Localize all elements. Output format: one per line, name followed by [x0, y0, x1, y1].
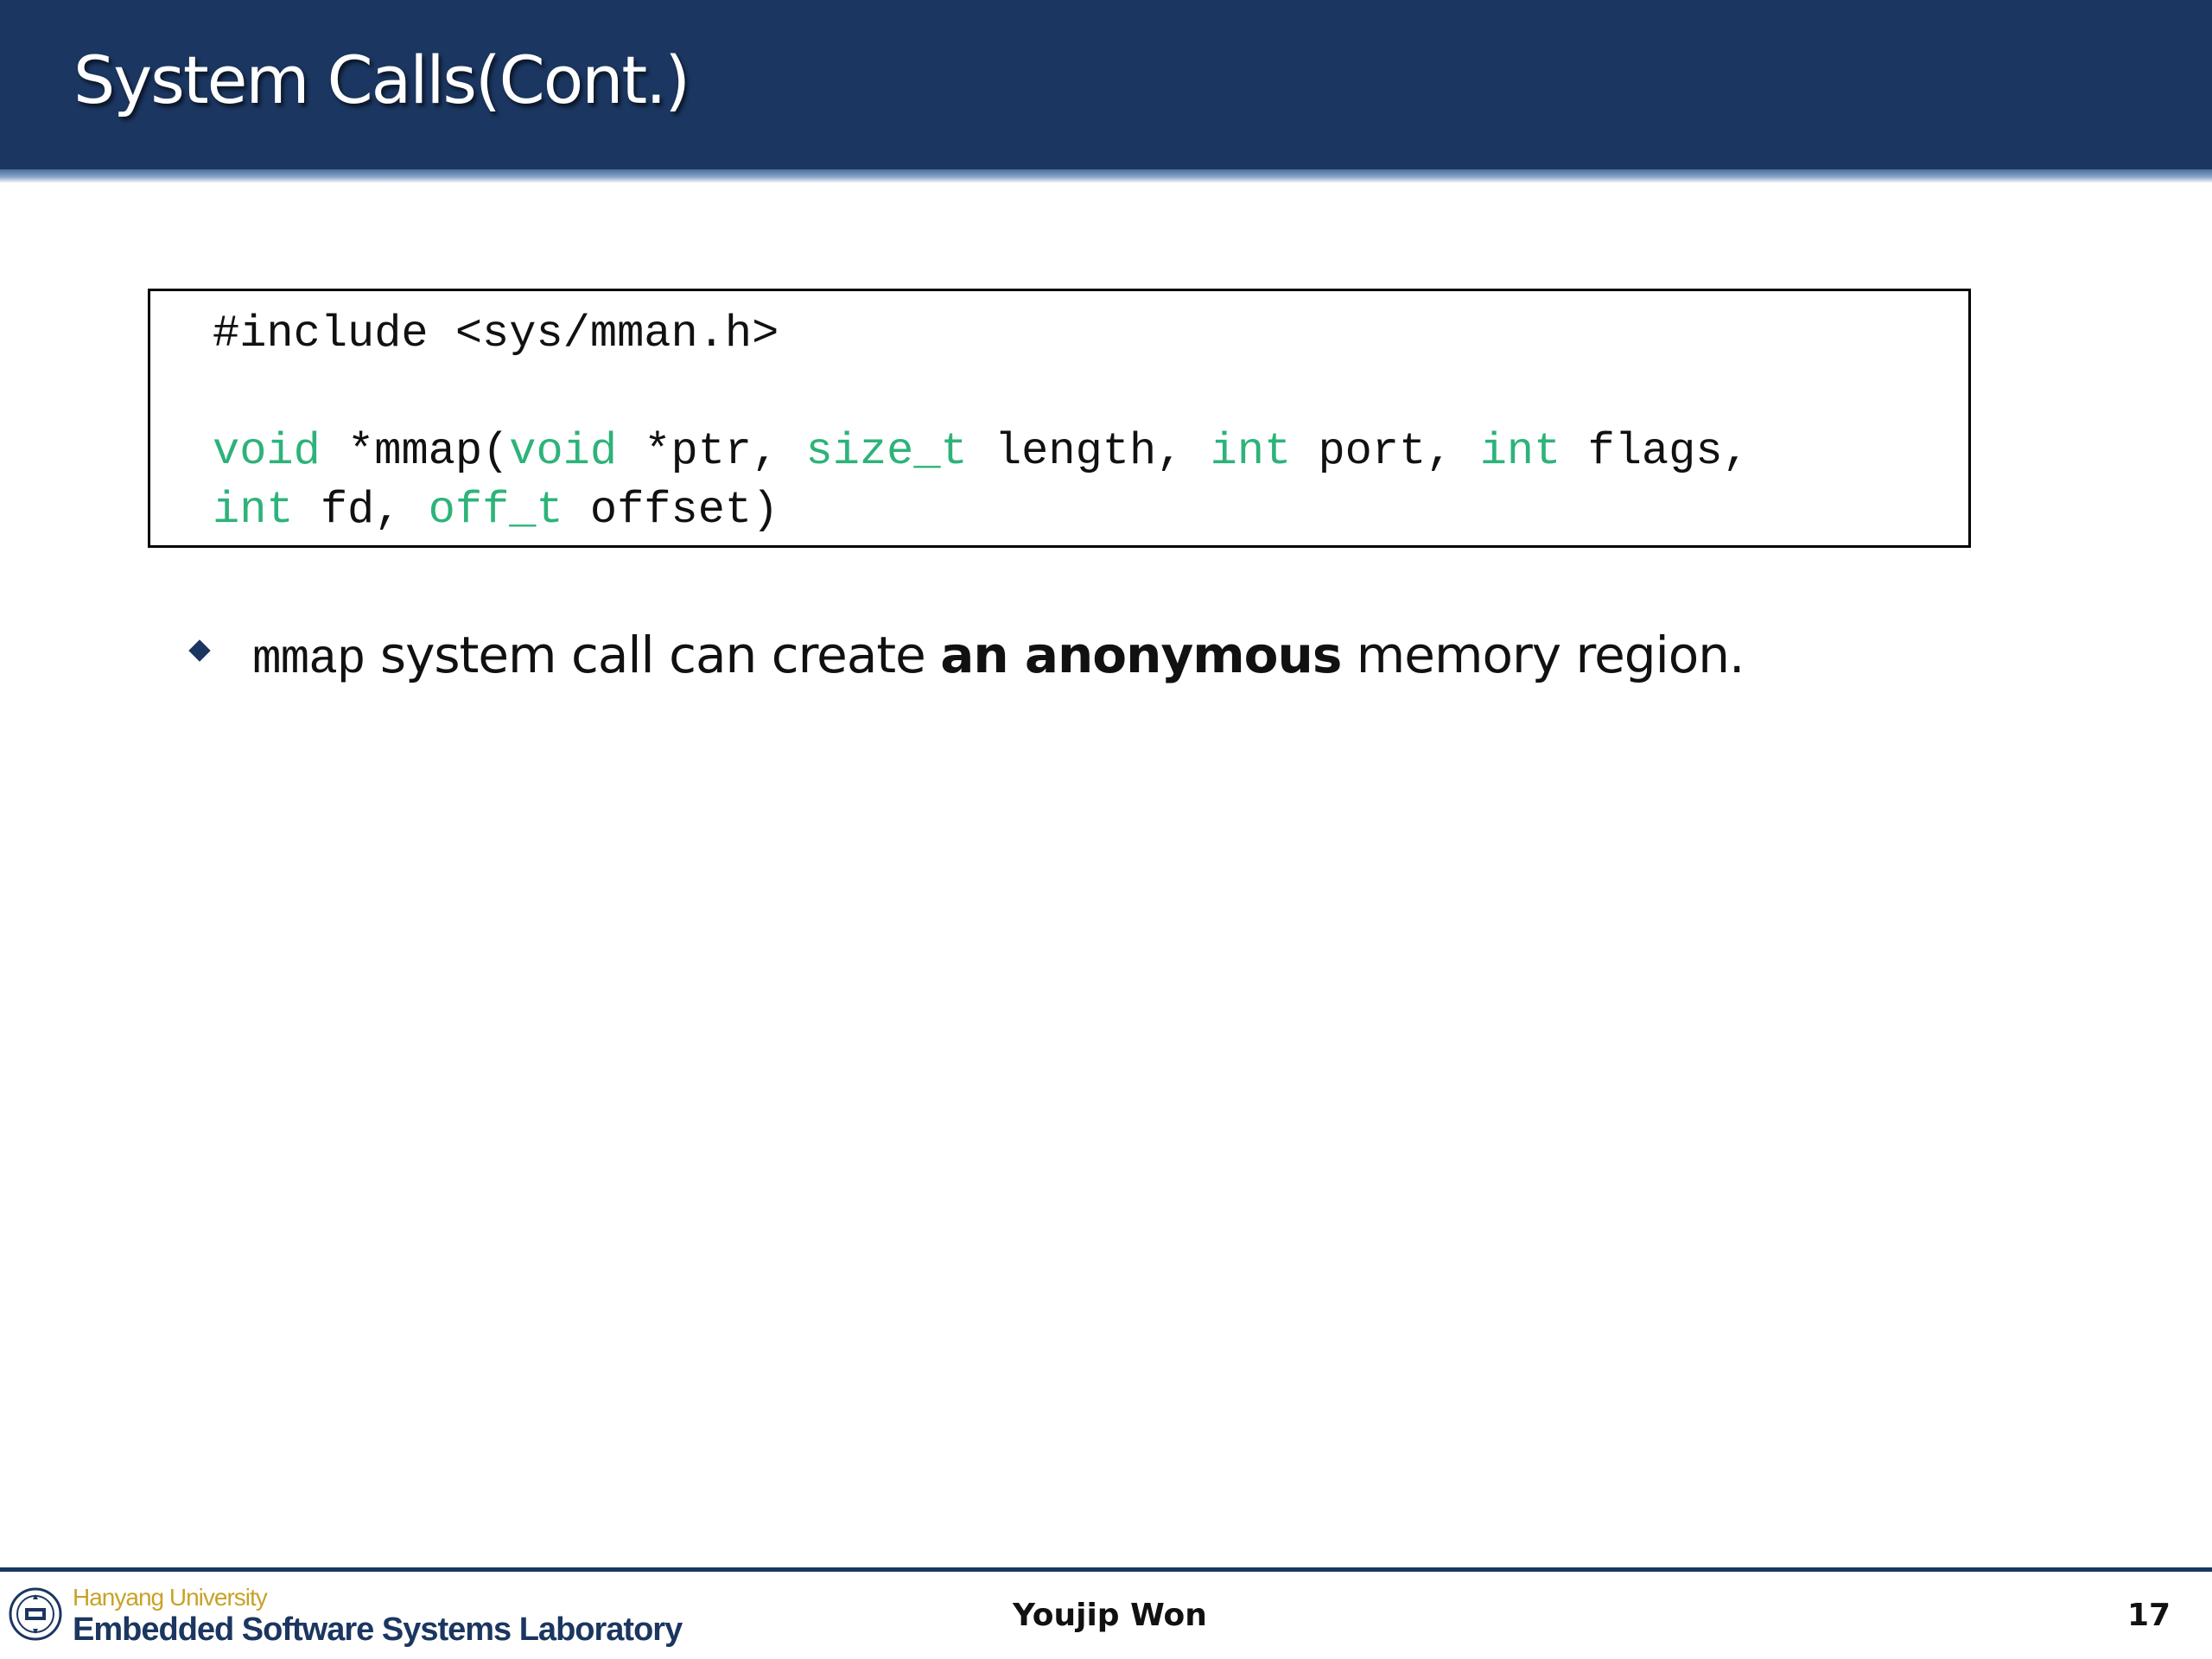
code-token: port, [1291, 426, 1480, 477]
diamond-bullet-icon [188, 639, 211, 662]
code-token: void [213, 426, 321, 477]
slide-title: System Calls(Cont.) [73, 41, 690, 118]
bullet-text: mmap system call can create an anonymous… [252, 620, 1745, 694]
page-number: 17 [2127, 1598, 2171, 1633]
code-line-signature-cont: int fd, off_t offset) [213, 485, 779, 537]
bullet-text-part: memory region. [1341, 626, 1745, 684]
code-token: flags, [1560, 426, 1750, 477]
code-token: *mmap( [320, 426, 510, 477]
code-token: size_t [805, 426, 968, 477]
code-line-signature: void *mmap(void *ptr, size_t length, int… [213, 426, 1750, 478]
title-bar: System Calls(Cont.) [0, 0, 2212, 169]
code-token: offset) [563, 485, 779, 536]
lab-name: Embedded Software Systems Laboratory [73, 1611, 683, 1648]
code-token: length, [967, 426, 1211, 477]
code-token: int [213, 485, 294, 536]
university-seal-icon [9, 1587, 62, 1641]
title-bar-shadow [0, 169, 2212, 183]
code-token: fd, [293, 485, 429, 536]
code-token: *ptr, [617, 426, 806, 477]
bullet-code: mmap [252, 632, 365, 687]
code-token: int [1479, 426, 1561, 477]
code-token: off_t [428, 485, 563, 536]
bullet-text-part: system call can create [365, 626, 941, 684]
code-box: #include <sys/mman.h> void *mmap(void *p… [148, 289, 1971, 548]
author-name: Youjip Won [1013, 1598, 1207, 1633]
footer: Hanyang University Embedded Software Sys… [0, 1572, 2212, 1659]
university-name: Hanyang University [73, 1584, 268, 1611]
code-token: void [509, 426, 618, 477]
bullet-bold-text: an anonymous [940, 626, 1342, 684]
code-token: int [1210, 426, 1292, 477]
code-line-include: #include <sys/mman.h> [213, 308, 779, 359]
